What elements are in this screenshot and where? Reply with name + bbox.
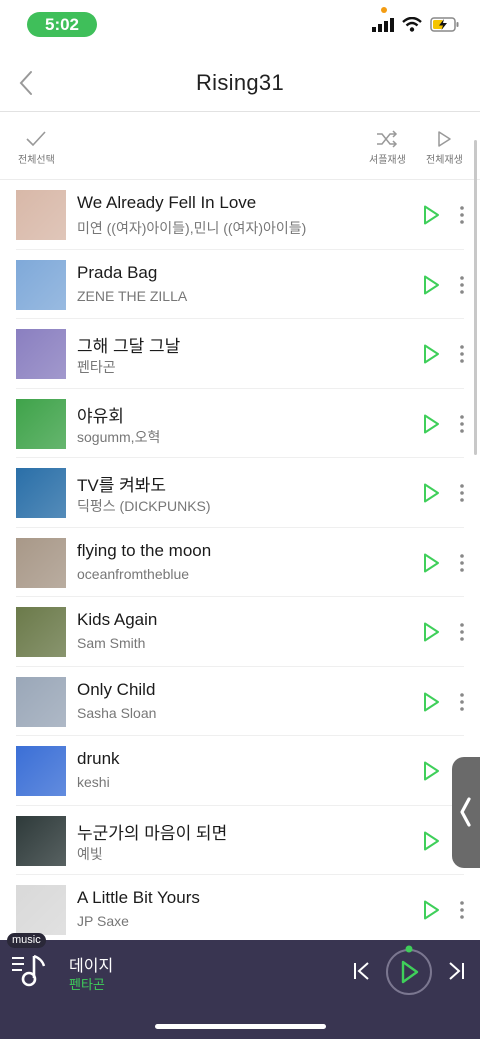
scrollbar[interactable] [474, 140, 477, 455]
song-row[interactable]: 야유회 sogumm,오혁 [16, 389, 466, 458]
side-panel-handle[interactable] [452, 757, 480, 868]
status-icons [372, 17, 460, 32]
shuffle-icon [377, 130, 398, 148]
play-icon[interactable] [420, 274, 442, 296]
song-row[interactable]: 그해 그달 그날펜타곤 [16, 319, 464, 389]
now-playing-title: 데이지 [69, 958, 114, 975]
song-title: drunk [77, 749, 120, 768]
play-icon[interactable] [420, 204, 442, 226]
song-row[interactable]: 누군가의 마음이 되면예빛 [16, 806, 464, 875]
playlist-music-icon[interactable] [12, 954, 48, 988]
play-icon[interactable] [420, 552, 442, 574]
song-artist: keshi [77, 774, 110, 790]
album-art[interactable] [16, 329, 66, 379]
more-options-icon[interactable] [458, 343, 466, 365]
album-art[interactable] [16, 815, 66, 866]
more-options-icon[interactable] [458, 899, 466, 921]
more-options-icon[interactable] [458, 482, 466, 504]
select-all-button[interactable]: 전체선택 [18, 130, 55, 166]
shuffle-play-label: 셔플재생 [369, 155, 406, 166]
play-icon[interactable] [420, 760, 442, 782]
song-title: 누군가의 마음이 되면 [77, 823, 228, 843]
song-row[interactable]: Prada Bag ZENE THE ZILLA [16, 250, 466, 319]
chevron-left-icon [460, 797, 471, 827]
now-playing-artist: 펜타곤 [69, 977, 105, 992]
song-artist: Sam Smith [77, 635, 146, 651]
song-artist: 펜타곤 [77, 359, 116, 375]
album-art[interactable] [16, 746, 66, 796]
album-art[interactable] [16, 607, 66, 657]
mini-player[interactable]: 데이지 펜타곤 [0, 940, 480, 1039]
album-art[interactable] [16, 190, 66, 240]
album-art[interactable] [16, 398, 66, 449]
song-title: 그해 그달 그날 [77, 337, 181, 356]
play-icon[interactable] [420, 899, 442, 921]
home-indicator [155, 1024, 326, 1029]
song-artist: ZENE THE ZILLA [77, 287, 188, 304]
song-row[interactable]: Only Child Sasha Sloan [16, 667, 466, 736]
shuffle-play-button[interactable]: 셔플재생 [369, 130, 406, 166]
next-track-icon[interactable] [445, 960, 467, 982]
battery-charging-icon [430, 17, 459, 32]
song-title: A Little Bit Yours [77, 888, 200, 907]
status-bar: 5:02 [0, 0, 480, 50]
song-title: Prada Bag [77, 262, 158, 282]
play-button[interactable] [384, 945, 434, 997]
song-list: We Already Fell In Love 미연 ((여자)아이들),민니 (… [0, 180, 480, 945]
song-title: Kids Again [77, 610, 158, 629]
play-icon[interactable] [420, 482, 442, 504]
song-title: 야유회 [77, 406, 124, 426]
more-options-icon[interactable] [458, 552, 466, 574]
play-icon[interactable] [420, 413, 442, 435]
song-artist: 미연 ((여자)아이들),민니 ((여자)아이들) [77, 220, 307, 236]
header: Rising31 [0, 58, 480, 112]
song-artist: 딕펑스 (DICKPUNKS) [77, 498, 211, 514]
play-all-button[interactable]: 전체재생 [426, 130, 463, 166]
song-row[interactable]: A Little Bit Yours JP Saxe [16, 875, 464, 945]
music-badge: music [7, 933, 46, 948]
song-artist: 예빛 [77, 845, 103, 862]
song-row[interactable]: flying to the moon oceanfromtheblue [16, 528, 466, 597]
song-row[interactable]: Kids Again Sam Smith [16, 597, 464, 667]
play-icon[interactable] [420, 691, 442, 713]
album-art[interactable] [16, 468, 66, 518]
play-outline-icon [438, 131, 452, 147]
play-icon[interactable] [420, 343, 442, 365]
song-title: TV를 켜봐도 [77, 476, 167, 495]
album-art[interactable] [16, 537, 66, 588]
song-title: Only Child [77, 679, 156, 699]
more-options-icon[interactable] [458, 274, 466, 296]
song-artist: oceanfromtheblue [77, 565, 190, 582]
list-toolbar: 전체선택 셔플재생 전체재생 [0, 126, 480, 180]
play-all-label: 전체재생 [426, 155, 463, 166]
signal-icon [372, 17, 394, 32]
more-options-icon[interactable] [458, 691, 466, 713]
song-row[interactable]: drunk keshi [16, 736, 464, 806]
privacy-indicator-dot [381, 7, 387, 13]
wifi-icon [402, 17, 422, 32]
song-title: We Already Fell In Love [77, 193, 257, 212]
more-options-icon[interactable] [458, 413, 466, 435]
check-icon [26, 131, 46, 147]
song-title: flying to the moon [77, 540, 212, 560]
select-all-label: 전체선택 [18, 155, 55, 166]
more-options-icon[interactable] [458, 204, 466, 226]
album-art[interactable] [16, 885, 66, 935]
song-artist: Sasha Sloan [77, 704, 157, 721]
song-row[interactable]: TV를 켜봐도딕펑스 (DICKPUNKS) [16, 458, 464, 528]
status-time: 5:02 [27, 12, 97, 37]
song-artist: sogumm,오혁 [77, 428, 161, 445]
album-art[interactable] [16, 259, 66, 310]
page-title: Rising31 [195, 70, 284, 95]
previous-track-icon[interactable] [351, 960, 373, 982]
play-icon[interactable] [420, 830, 442, 852]
song-row[interactable]: We Already Fell In Love 미연 ((여자)아이들),민니 (… [16, 180, 464, 250]
song-artist: JP Saxe [77, 913, 129, 929]
album-art[interactable] [16, 676, 66, 727]
more-options-icon[interactable] [458, 621, 466, 643]
play-icon[interactable] [420, 621, 442, 643]
